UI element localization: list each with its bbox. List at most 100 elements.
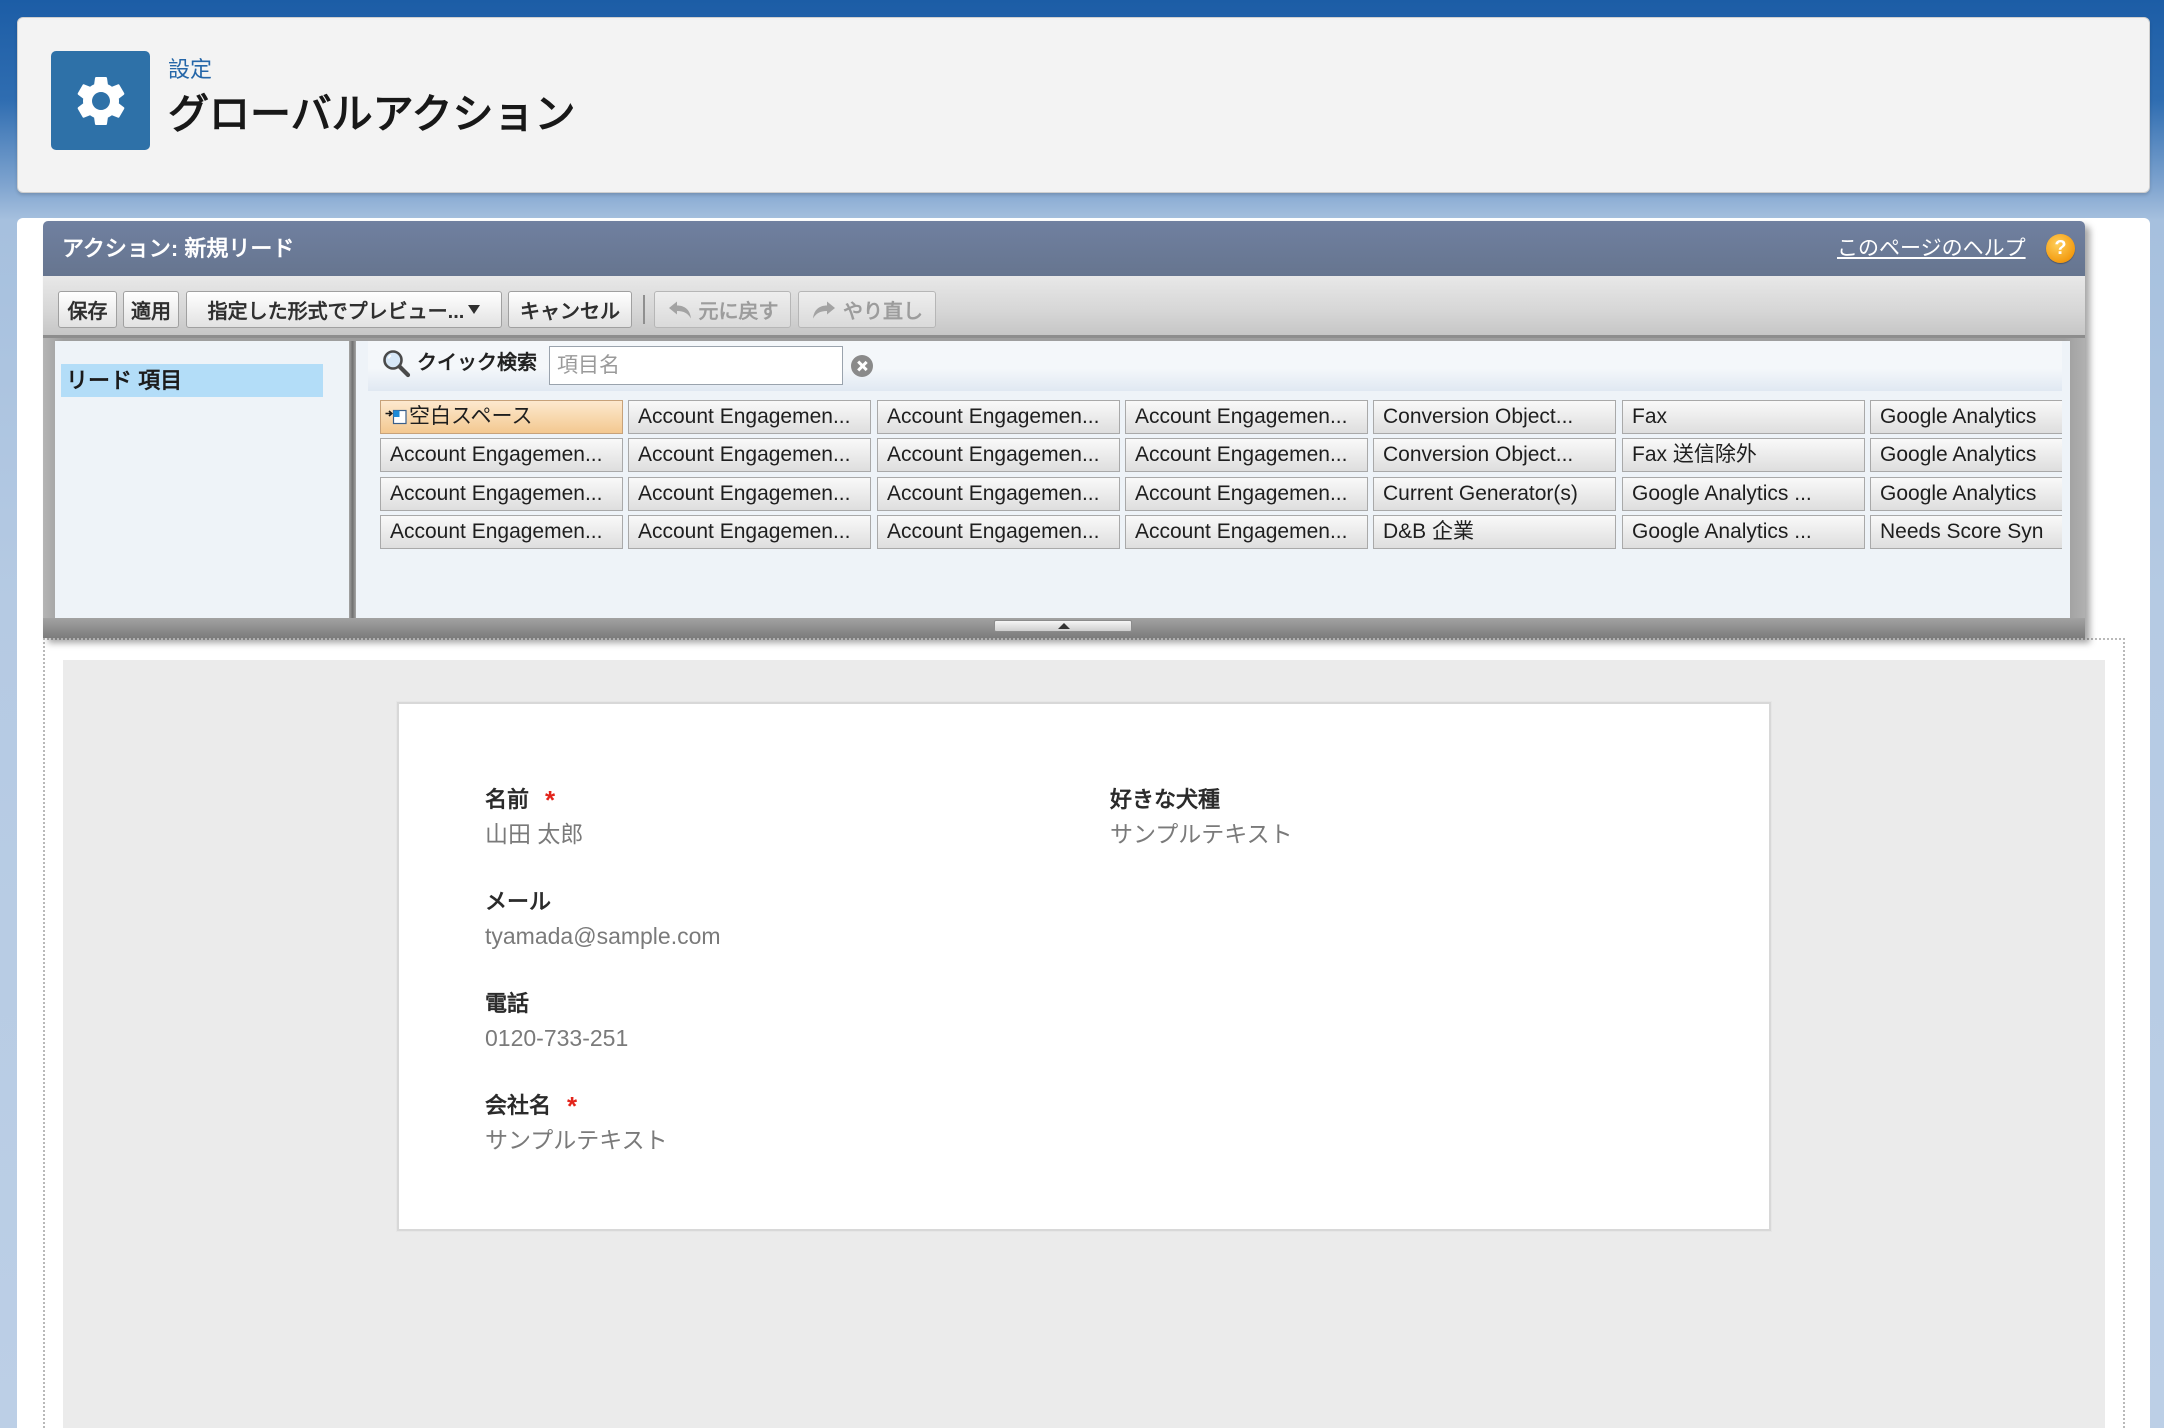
form-field-company[interactable]: 会社名 * サンプルテキスト (485, 1089, 1045, 1191)
form-field-email[interactable]: メール tyamada@sample.com (485, 885, 1045, 987)
editor-toolbar: 保存 適用 指定した形式でプレビュー... キャンセル 元に戻す やり直し (43, 276, 2085, 338)
palette-field[interactable]: Google Analytics ... (1622, 477, 1865, 511)
palette-field[interactable]: Current Generator(s) (1373, 477, 1616, 511)
chevron-up-icon (1058, 623, 1070, 629)
palette-field[interactable]: Account Engagemen... (877, 515, 1120, 549)
clear-search-icon[interactable] (851, 355, 873, 377)
palette-field-label: Account Engagemen... (1135, 520, 1348, 543)
page-header: 設定 グローバルアクション (17, 17, 2150, 193)
form-field-favorite-dog-breed[interactable]: 好きな犬種 サンプルテキスト (1110, 783, 1670, 885)
preview-as-dropdown-button[interactable]: 指定した形式でプレビュー... (186, 291, 502, 328)
action-layout-form: 名前 * 山田 太郎 メール tyamada@sample.com 電話 0120… (397, 702, 1771, 1231)
palette-field[interactable]: Fax 送信除外 (1622, 438, 1865, 472)
palette-field[interactable]: Account Engagemen... (628, 477, 871, 511)
palette-field-label: Google Analytics ... (1632, 520, 1812, 543)
palette-field-label: Google Analytics ... (1632, 482, 1812, 505)
palette-field-label: Google Analytics (1880, 482, 2037, 505)
undo-button[interactable]: 元に戻す (654, 291, 791, 328)
form-field-value: サンプルテキスト (485, 1127, 668, 1153)
palette-field-label: Account Engagemen... (638, 520, 851, 543)
palette-field[interactable]: Google Analytics ... (1622, 515, 1865, 549)
palette-field[interactable]: Account Engagemen... (1125, 400, 1368, 434)
palette-field[interactable]: Google Analytics (1870, 438, 2062, 472)
palette-field-label: Conversion Object... (1383, 405, 1574, 428)
palette-field[interactable]: Conversion Object... (1373, 438, 1616, 472)
palette-field-label: Account Engagemen... (638, 405, 851, 428)
form-field-phone[interactable]: 電話 0120-733-251 (485, 987, 1045, 1089)
form-field-label: 電話 (485, 991, 530, 1016)
toolbar-separator (643, 295, 645, 324)
collapse-palette-handle[interactable] (994, 620, 1132, 632)
palette-field[interactable]: Account Engagemen... (380, 438, 623, 472)
palette-field[interactable]: Account Engagemen... (877, 438, 1120, 472)
form-field-label-row: 会社名 * (485, 1089, 1045, 1123)
palette-field-label: Fax 送信除外 (1632, 443, 1757, 466)
palette-field-label: Current Generator(s) (1383, 482, 1578, 505)
undo-icon (667, 299, 693, 321)
palette-field[interactable]: Account Engagemen... (1125, 438, 1368, 472)
palette-field-label: Account Engagemen... (1135, 405, 1348, 428)
palette-field[interactable]: Conversion Object... (1373, 400, 1616, 434)
cancel-button-label: キャンセル (520, 301, 620, 323)
form-field-label-row: 名前 * (485, 783, 1045, 817)
palette-field-label: Account Engagemen... (887, 520, 1100, 543)
quick-search-input[interactable] (549, 346, 843, 385)
palette-bottom-bar (43, 618, 2085, 638)
palette-category-list: リード 項目 (55, 341, 349, 618)
palette-field[interactable]: Account Engagemen... (877, 477, 1120, 511)
save-button[interactable]: 保存 (58, 291, 117, 328)
palette-field[interactable]: Account Engagemen... (380, 477, 623, 511)
palette-field[interactable]: Google Analytics (1870, 400, 2062, 434)
form-field-label-row: メール (485, 885, 1045, 919)
palette-field-label: Account Engagemen... (390, 443, 603, 466)
breadcrumb-setup-link[interactable]: 設定 (168, 56, 212, 84)
form-field-label: メール (485, 889, 552, 914)
redo-button[interactable]: やり直し (798, 291, 936, 328)
palette-field-label: Account Engagemen... (887, 482, 1100, 505)
help-icon[interactable] (2046, 234, 2075, 263)
editor-title-bar: アクション: 新規リード このページのヘルプ (43, 221, 2085, 276)
palette-blank-space[interactable]: 空白スペース (380, 400, 623, 434)
palette-field[interactable]: D&B 企業 (1373, 515, 1616, 549)
palette-item-label: 空白スペース (409, 405, 533, 428)
undo-button-label: 元に戻す (698, 301, 779, 323)
apply-button-label: 適用 (131, 301, 171, 323)
redo-button-label: やり直し (843, 301, 923, 323)
palette-field-label: Account Engagemen... (887, 405, 1100, 428)
palette-field-label: Account Engagemen... (390, 520, 603, 543)
form-field-value: 0120-733-251 (485, 1025, 629, 1051)
form-field-label: 会社名 (485, 1093, 552, 1118)
form-field-label: 好きな犬種 (1110, 787, 1221, 812)
palette-field-label: Conversion Object... (1383, 443, 1574, 466)
palette-field[interactable]: Needs Score Syn (1870, 515, 2062, 549)
palette-field[interactable]: Fax (1622, 400, 1865, 434)
palette-field[interactable]: Account Engagemen... (628, 438, 871, 472)
palette-field[interactable]: Account Engagemen... (380, 515, 623, 549)
palette-field-label: Google Analytics (1880, 405, 2037, 428)
required-marker: * (545, 785, 556, 815)
form-field-name[interactable]: 名前 * 山田 太郎 (485, 783, 1045, 885)
form-field-label-row: 好きな犬種 (1110, 783, 1670, 817)
palette-field[interactable]: Google Analytics (1870, 477, 2062, 511)
palette-divider (349, 341, 356, 618)
palette-field-label: Account Engagemen... (1135, 482, 1348, 505)
sidebar-item-lead-fields[interactable]: リード 項目 (61, 364, 323, 397)
gear-icon-glyph (77, 76, 124, 125)
form-field-label: 名前 (485, 787, 530, 812)
cancel-button[interactable]: キャンセル (508, 291, 632, 328)
quick-search-label: クイック検索 (417, 352, 537, 374)
form-field-value: 山田 太郎 (485, 821, 584, 847)
help-link[interactable]: このページのヘルプ (1837, 221, 2026, 276)
palette-field[interactable]: Account Engagemen... (1125, 477, 1368, 511)
palette-field[interactable]: Account Engagemen... (628, 515, 871, 549)
gear-icon (51, 51, 150, 150)
palette-field-label: Account Engagemen... (638, 482, 851, 505)
palette-field-label: Needs Score Syn (1880, 520, 2044, 543)
palette-field[interactable]: Account Engagemen... (628, 400, 871, 434)
palette-field-label: Account Engagemen... (1135, 443, 1348, 466)
blank-space-icon (385, 408, 407, 426)
palette-field[interactable]: Account Engagemen... (1125, 515, 1368, 549)
form-field-value: サンプルテキスト (1110, 821, 1293, 847)
palette-field[interactable]: Account Engagemen... (877, 400, 1120, 434)
apply-button[interactable]: 適用 (123, 291, 179, 328)
